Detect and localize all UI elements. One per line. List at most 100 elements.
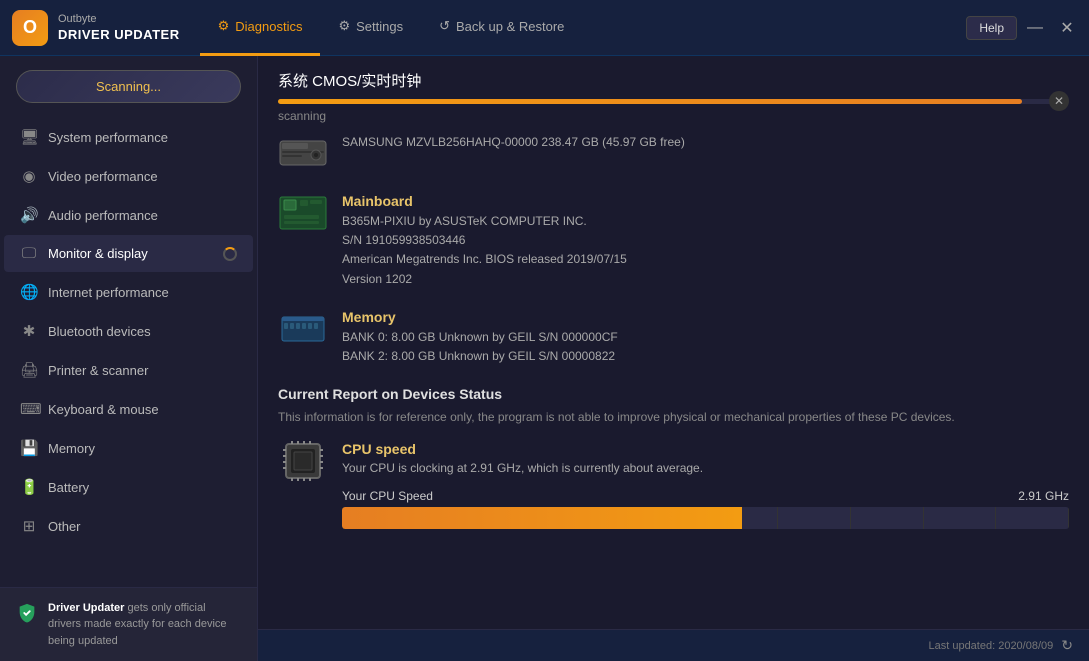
memory-icon-wrap [278, 309, 328, 349]
sidebar-item-video-performance-label: Video performance [48, 169, 158, 184]
cpu-bar-fill [342, 507, 742, 529]
memory-detail: BANK 0: 8.00 GB Unknown by GEIL S/N 0000… [342, 328, 1069, 366]
report-section: Current Report on Devices Status This in… [278, 386, 1069, 427]
sidebar-item-keyboard-mouse-label: Keyboard & mouse [48, 402, 159, 417]
sidebar-footer: Driver Updater gets only official driver… [0, 587, 257, 661]
device-card-hdd: SAMSUNG MZVLB256HAHQ-00000 238.47 GB (45… [278, 133, 1069, 173]
sidebar-item-other-label: Other [48, 519, 81, 534]
memory-info: Memory BANK 0: 8.00 GB Unknown by GEIL S… [342, 309, 1069, 366]
cpu-bar-value: 2.91 GHz [1018, 489, 1069, 503]
other-icon: ⊞ [20, 517, 38, 535]
memory-icon: 💾 [20, 439, 38, 457]
sidebar-item-keyboard-mouse[interactable]: ⌨ Keyboard & mouse [4, 390, 253, 428]
sidebar-item-other[interactable]: ⊞ Other [4, 507, 253, 545]
main-content: Scanning... 🖥 System performance ◉ Video… [0, 56, 1089, 661]
app-branding: O Outbyte DRIVER UPDATER [0, 10, 180, 46]
sidebar-item-internet-performance[interactable]: 🌐 Internet performance [4, 273, 253, 311]
cpu-bar-segment [996, 507, 1069, 529]
footer-text: Driver Updater gets only official driver… [48, 600, 241, 650]
content-panel: 系统 CMOS/实时时钟 ✕ scanning [258, 56, 1089, 661]
sidebar-item-audio-performance[interactable]: 🔊 Audio performance [4, 196, 253, 234]
close-button[interactable]: ✕ [1053, 14, 1081, 42]
keyboard-icon: ⌨ [20, 400, 38, 418]
mainboard-info: Mainboard B365M-PIXIU by ASUSTeK COMPUTE… [342, 193, 1069, 289]
last-updated-text: Last updated: 2020/08/09 [928, 640, 1053, 652]
tab-settings-label: Settings [356, 19, 403, 34]
mainboard-icon-wrap [278, 193, 328, 233]
printer-icon: 🖨 [20, 361, 38, 379]
sidebar-item-audio-performance-label: Audio performance [48, 208, 158, 223]
battery-icon: 🔋 [20, 478, 38, 496]
page-title: 系统 CMOS/实时时钟 [278, 73, 421, 90]
sidebar-item-battery-label: Battery [48, 480, 89, 495]
tab-backup-restore-label: Back up & Restore [456, 19, 564, 34]
mainboard-detail: B365M-PIXIU by ASUSTeK COMPUTER INC. S/N… [342, 212, 1069, 289]
app-logo: O [12, 10, 48, 46]
footer-highlight: Driver Updater [48, 602, 124, 614]
cpu-title: CPU speed [342, 441, 1069, 457]
sidebar-item-printer-scanner-label: Printer & scanner [48, 363, 148, 378]
report-description: This information is for reference only, … [278, 408, 1069, 427]
content-scroll: SAMSUNG MZVLB256HAHQ-00000 238.47 GB (45… [258, 123, 1089, 629]
title-bar: O Outbyte DRIVER UPDATER ⚙ Diagnostics ⚙… [0, 0, 1089, 56]
video-performance-icon: ◉ [20, 167, 38, 185]
device-card-mainboard: Mainboard B365M-PIXIU by ASUSTeK COMPUTE… [278, 193, 1069, 289]
progress-bar-wrap: ✕ [278, 99, 1069, 104]
hdd-info: SAMSUNG MZVLB256HAHQ-00000 238.47 GB (45… [342, 133, 1069, 152]
sidebar-item-bluetooth-devices[interactable]: ✱ Bluetooth devices [4, 312, 253, 350]
sidebar-item-video-performance[interactable]: ◉ Video performance [4, 157, 253, 195]
scan-button[interactable]: Scanning... [16, 70, 241, 103]
status-bar: Last updated: 2020/08/09 ↻ [258, 629, 1089, 661]
tab-backup-restore[interactable]: ↺ Back up & Restore [421, 0, 582, 56]
sidebar-item-system-performance[interactable]: 🖥 System performance [4, 118, 253, 156]
sidebar-item-battery[interactable]: 🔋 Battery [4, 468, 253, 506]
tab-diagnostics-label: Diagnostics [235, 19, 302, 34]
loading-spinner [223, 247, 237, 261]
minimize-button[interactable]: — [1021, 14, 1049, 42]
sidebar-item-internet-performance-label: Internet performance [48, 285, 169, 300]
cpu-bar-outer [342, 507, 1069, 529]
tab-settings[interactable]: ⚙ Settings [320, 0, 421, 56]
internet-performance-icon: 🌐 [20, 283, 38, 301]
cpu-bar-segment [851, 507, 924, 529]
content-header: 系统 CMOS/实时时钟 ✕ scanning [258, 56, 1089, 123]
bluetooth-icon: ✱ [20, 322, 38, 340]
tab-diagnostics[interactable]: ⚙ Diagnostics [200, 0, 321, 56]
sidebar-item-printer-scanner[interactable]: 🖨 Printer & scanner [4, 351, 253, 389]
sidebar-item-memory[interactable]: 💾 Memory [4, 429, 253, 467]
app-name-top: Outbyte [58, 13, 180, 26]
sidebar-item-system-performance-label: System performance [48, 130, 168, 145]
scanning-label: scanning [278, 109, 1069, 123]
tab-bar: ⚙ Diagnostics ⚙ Settings ↺ Back up & Res… [180, 0, 967, 56]
memory-name: Memory [342, 309, 1069, 325]
cpu-bar-segment [924, 507, 997, 529]
ram-icon [278, 311, 328, 347]
hdd-icon [278, 137, 328, 169]
shield-icon [16, 602, 38, 624]
cpu-bar-label-row: Your CPU Speed 2.91 GHz [342, 489, 1069, 503]
device-card-memory: Memory BANK 0: 8.00 GB Unknown by GEIL S… [278, 309, 1069, 366]
mainboard-name: Mainboard [342, 193, 1069, 209]
close-progress-button[interactable]: ✕ [1049, 91, 1069, 111]
refresh-icon[interactable]: ↻ [1061, 637, 1073, 654]
cpu-bar-segment [778, 507, 851, 529]
help-button[interactable]: Help [966, 16, 1017, 40]
sidebar-item-monitor-display-label: Monitor & display [48, 246, 148, 261]
cpu-section: CPU speed Your CPU is clocking at 2.91 G… [278, 441, 1069, 529]
cpu-icon [278, 436, 328, 486]
cpu-description: Your CPU is clocking at 2.91 GHz, which … [342, 461, 1069, 475]
cpu-bar-label: Your CPU Speed [342, 489, 433, 503]
monitor-display-icon: 🖵 [20, 245, 38, 262]
diagnostics-icon: ⚙ [218, 18, 230, 34]
sidebar-item-monitor-display[interactable]: 🖵 Monitor & display [4, 235, 253, 272]
cpu-info: CPU speed Your CPU is clocking at 2.91 G… [342, 441, 1069, 529]
app-name-bottom: DRIVER UPDATER [58, 27, 180, 42]
app-name-block: Outbyte DRIVER UPDATER [58, 13, 180, 41]
cpu-bar-section: Your CPU Speed 2.91 GHz [342, 489, 1069, 529]
audio-performance-icon: 🔊 [20, 206, 38, 224]
report-title: Current Report on Devices Status [278, 386, 1069, 402]
sidebar-item-memory-label: Memory [48, 441, 95, 456]
sidebar-item-bluetooth-devices-label: Bluetooth devices [48, 324, 151, 339]
window-controls: Help — ✕ [966, 14, 1089, 42]
mainboard-icon [278, 195, 328, 231]
